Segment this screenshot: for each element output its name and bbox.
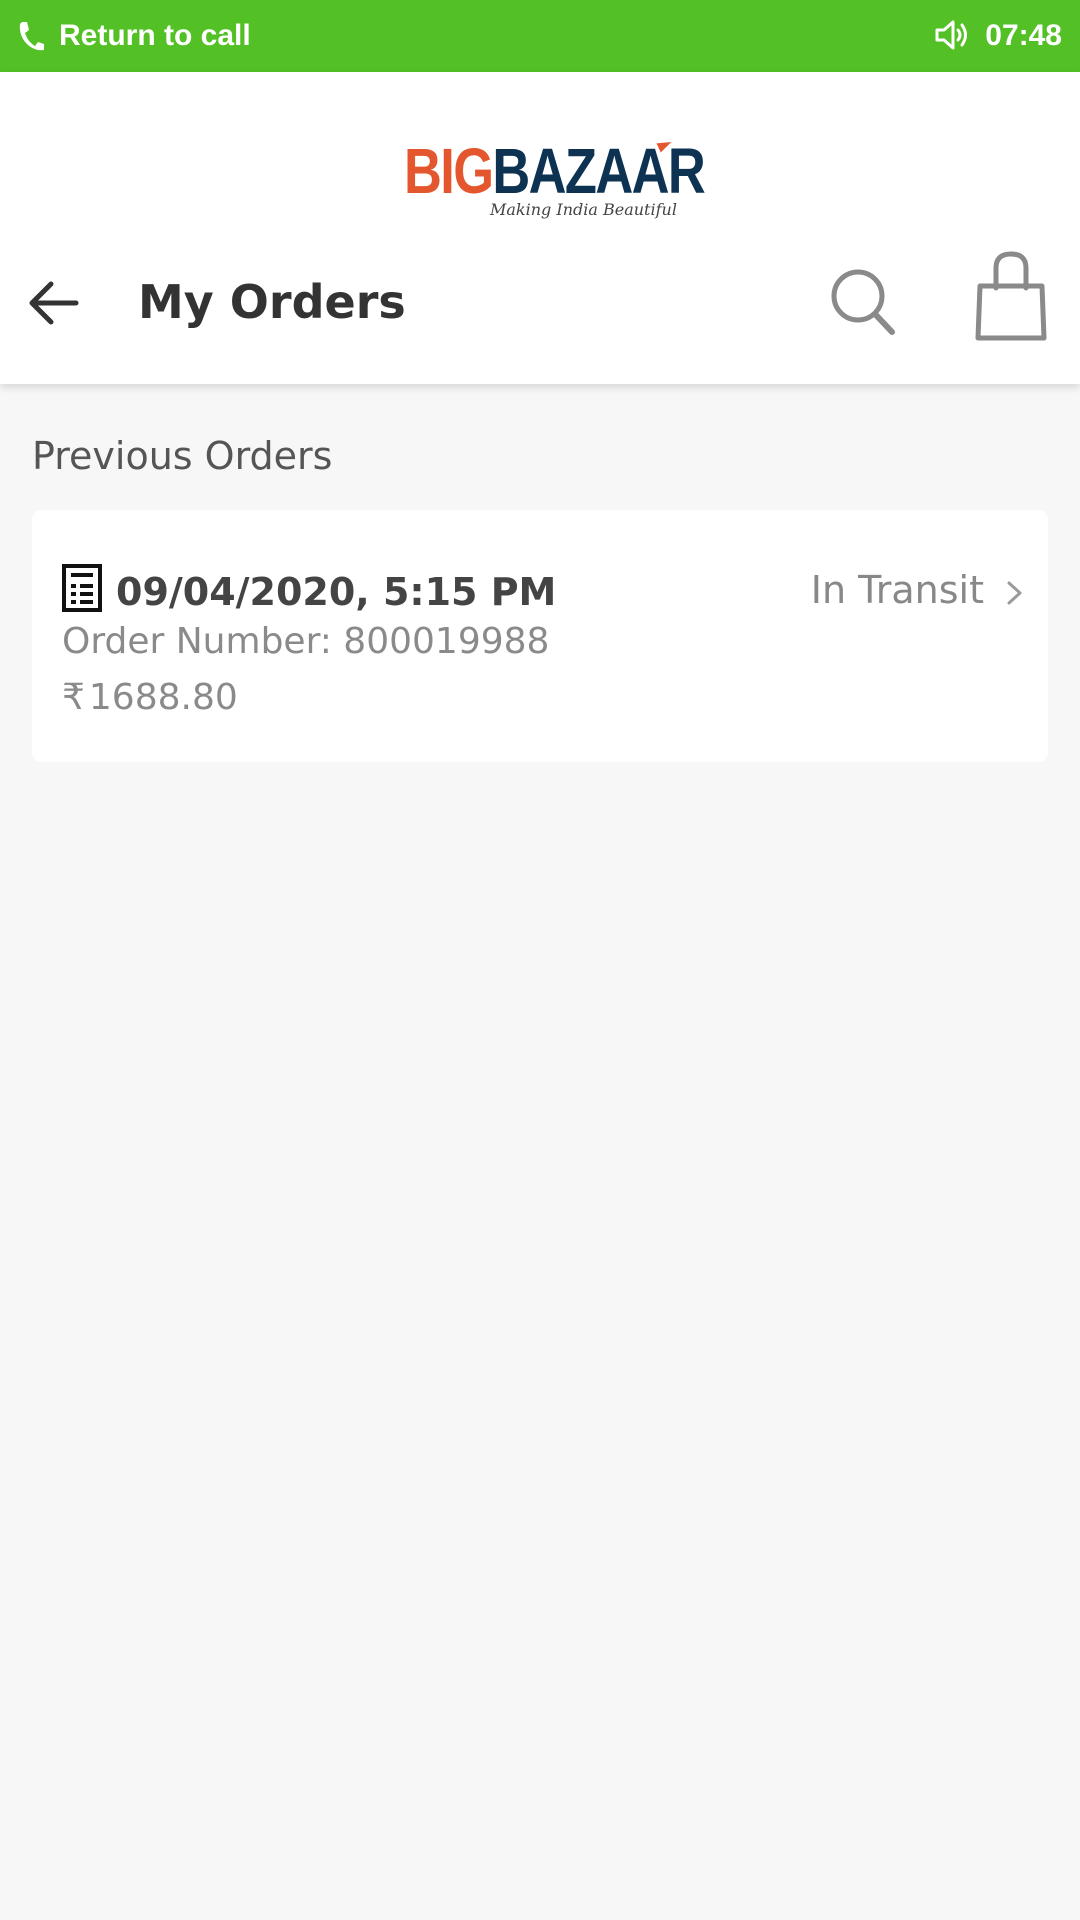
order-card[interactable]: 09/04/2020, 5:15 PM In Transit Order Num… [32, 510, 1048, 762]
receipt-icon [62, 564, 102, 612]
phone-icon [19, 22, 44, 51]
previous-orders-heading: Previous Orders [32, 434, 333, 478]
back-arrow-icon [29, 281, 79, 325]
order-amount-value: 1688.80 [88, 677, 238, 718]
order-status: In Transit [810, 568, 984, 612]
return-to-call-bar[interactable]: Return to call 07:48 [0, 0, 1080, 72]
back-button[interactable] [24, 272, 84, 332]
search-button[interactable] [826, 262, 900, 340]
order-number: Order Number: 800019988 [62, 621, 550, 662]
shopping-bag-icon [975, 251, 1047, 341]
return-to-call-label: Return to call [59, 19, 251, 52]
chevron-right-icon [1007, 581, 1022, 605]
search-icon [831, 269, 895, 335]
logo-brand-first: BIG [404, 135, 494, 207]
cart-button[interactable] [972, 250, 1050, 344]
app-header: BIGBAZAAR Making India Beautiful My Orde… [0, 72, 1080, 384]
logo-tagline: Making India Beautiful [490, 200, 677, 219]
speaker-icon [935, 20, 967, 50]
currency-symbol: ₹ [62, 677, 85, 718]
page-title: My Orders [138, 275, 406, 329]
call-time: 07:48 [985, 19, 1062, 52]
order-amount: ₹1688.80 [62, 668, 238, 728]
big-bazaar-logo[interactable]: BIGBAZAAR Making India Beautiful [404, 132, 706, 228]
